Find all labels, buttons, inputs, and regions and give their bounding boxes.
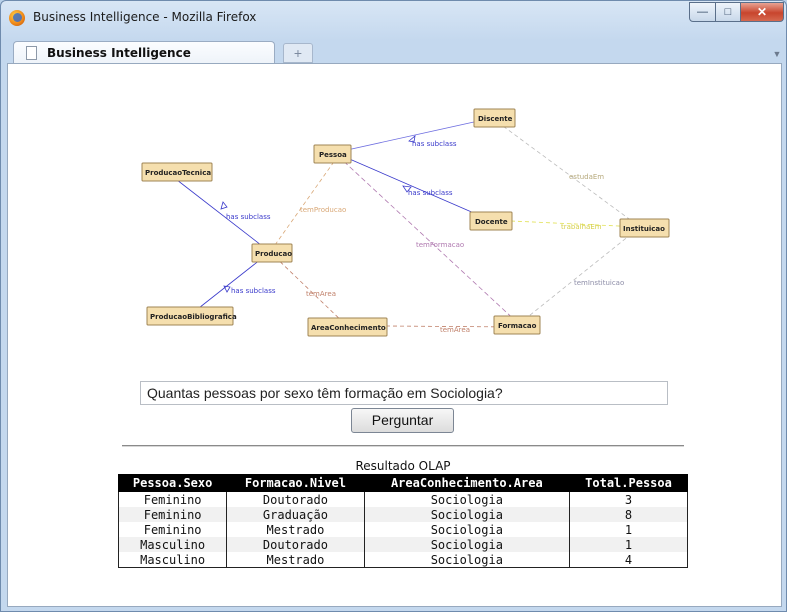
- result-table: Pessoa.Sexo Formacao.Nivel AreaConhecime…: [117, 474, 688, 568]
- new-tab-button[interactable]: +: [283, 43, 313, 63]
- title-bar[interactable]: Business Intelligence - Mozilla Firefox …: [1, 1, 786, 35]
- browser-window: Business Intelligence - Mozilla Firefox …: [0, 0, 787, 612]
- svg-text:Instituicao: Instituicao: [623, 225, 665, 233]
- svg-text:Formacao: Formacao: [498, 322, 537, 330]
- edge-formacao-instituicao: [518, 226, 641, 325]
- table-row: Feminino Doutorado Sociologia 3: [117, 491, 688, 507]
- table-cell: Sociologia: [363, 522, 571, 537]
- node-discente[interactable]: Discente: [473, 108, 516, 128]
- minimize-icon: —: [697, 6, 708, 18]
- column-header: Total.Pessoa: [569, 474, 688, 492]
- node-pessoa[interactable]: Pessoa: [313, 144, 352, 164]
- plus-icon: +: [293, 45, 303, 61]
- edge-label-tem-producao: temProducao: [300, 206, 346, 214]
- edge-pessoa-formacao: [337, 155, 520, 325]
- firefox-logo-icon: [9, 10, 25, 26]
- table-cell: Masculino: [117, 537, 228, 552]
- edge-label-estuda-em: estudaEm: [569, 173, 604, 181]
- edge-label-has-subclass-bibliografica: has subclass: [231, 287, 276, 295]
- edge-label-tem-instituicao: temInstituicao: [574, 279, 624, 287]
- table-cell: 3: [569, 491, 688, 507]
- close-button[interactable]: ✕: [740, 2, 784, 22]
- node-docente[interactable]: Docente: [469, 211, 513, 231]
- node-producao[interactable]: Producao: [251, 243, 293, 263]
- table-cell: Doutorado: [226, 537, 365, 552]
- tab-list-button[interactable]: ▼: [770, 45, 784, 63]
- edge-label-tem-formacao: temFormacao: [416, 241, 464, 249]
- chevron-down-icon: ▼: [772, 49, 782, 59]
- table-cell: Feminino: [117, 507, 228, 522]
- tab-strip: Business Intelligence + ▼: [7, 35, 784, 64]
- maximize-button[interactable]: □: [715, 2, 741, 22]
- table-cell: Sociologia: [363, 507, 571, 522]
- edge-label-tem-area-1: temArea: [306, 290, 336, 298]
- minimize-button[interactable]: —: [689, 2, 716, 22]
- page-content: has subclass has subclass has subclass h…: [7, 63, 782, 607]
- node-producao-bibliografica[interactable]: ProducaoBibliografica: [146, 306, 237, 326]
- table-row: Feminino Mestrado Sociologia 1: [117, 522, 688, 537]
- table-cell: Masculino: [117, 552, 228, 568]
- table-cell: 1: [569, 522, 688, 537]
- table-cell: Sociologia: [363, 537, 571, 552]
- node-formacao[interactable]: Formacao: [493, 315, 541, 335]
- maximize-icon: □: [724, 6, 732, 18]
- edge-label-has-subclass-discente: has subclass: [412, 140, 457, 148]
- page-icon: [26, 46, 37, 60]
- svg-text:ProducaoTecnica: ProducaoTecnica: [145, 169, 211, 177]
- edge-pessoa-producao: [269, 155, 339, 253]
- table-row: Feminino Graduação Sociologia 8: [117, 507, 688, 522]
- table-row: Masculino Mestrado Sociologia 4: [117, 552, 688, 568]
- table-cell: Feminino: [117, 491, 228, 507]
- table-row: Masculino Doutorado Sociologia 1: [117, 537, 688, 552]
- column-header: Formacao.Nivel: [226, 474, 365, 492]
- table-cell: Feminino: [117, 522, 228, 537]
- table-cell: 8: [569, 507, 688, 522]
- window-title: Business Intelligence - Mozilla Firefox: [33, 10, 257, 24]
- edge-pessoa-docente: [337, 153, 491, 221]
- table-cell: Mestrado: [226, 552, 365, 568]
- arrow-has-subclass-bibliografica: [223, 285, 231, 293]
- node-area-conhecimento[interactable]: AreaConhecimento: [307, 317, 388, 337]
- svg-text:Producao: Producao: [255, 250, 292, 258]
- svg-text:ProducaoBibliografica: ProducaoBibliografica: [150, 313, 237, 321]
- table-cell: 4: [569, 552, 688, 568]
- divider: [122, 445, 684, 447]
- edge-discente-instituicao: [491, 117, 641, 228]
- tab-label: Business Intelligence: [47, 46, 191, 60]
- edge-label-has-subclass-docente: has subclass: [408, 189, 453, 197]
- table-cell: Graduação: [226, 507, 365, 522]
- result-caption: Resultado OLAP: [355, 459, 451, 473]
- table-cell: Doutorado: [226, 491, 365, 507]
- table-cell: Mestrado: [226, 522, 365, 537]
- edge-label-tem-area-2: temArea: [440, 326, 470, 334]
- ontology-graph: has subclass has subclass has subclass h…: [141, 108, 670, 337]
- table-cell: Sociologia: [363, 552, 571, 568]
- arrow-has-subclass-tecnica: [220, 201, 228, 210]
- edge-label-trabalha-em: trabalhaEm: [561, 223, 602, 231]
- table-cell: 1: [569, 537, 688, 552]
- question-input[interactable]: [140, 381, 668, 405]
- svg-text:Docente: Docente: [475, 218, 508, 226]
- svg-text:Discente: Discente: [478, 115, 513, 123]
- svg-text:AreaConhecimento: AreaConhecimento: [311, 324, 386, 332]
- svg-text:Pessoa: Pessoa: [319, 151, 347, 159]
- ask-button[interactable]: Perguntar: [351, 408, 454, 433]
- edge-label-has-subclass-tecnica: has subclass: [226, 213, 271, 221]
- node-producao-tecnica[interactable]: ProducaoTecnica: [141, 162, 213, 182]
- close-icon: ✕: [756, 5, 768, 19]
- edge-producao-areaconhecimento: [269, 251, 348, 327]
- result-header-row: Pessoa.Sexo Formacao.Nivel AreaConhecime…: [117, 474, 688, 492]
- column-header: AreaConhecimento.Area: [363, 474, 571, 492]
- tab-business-intelligence[interactable]: Business Intelligence: [13, 41, 275, 64]
- table-cell: Sociologia: [363, 491, 571, 507]
- column-header: Pessoa.Sexo: [117, 474, 228, 492]
- node-instituicao[interactable]: Instituicao: [619, 218, 670, 238]
